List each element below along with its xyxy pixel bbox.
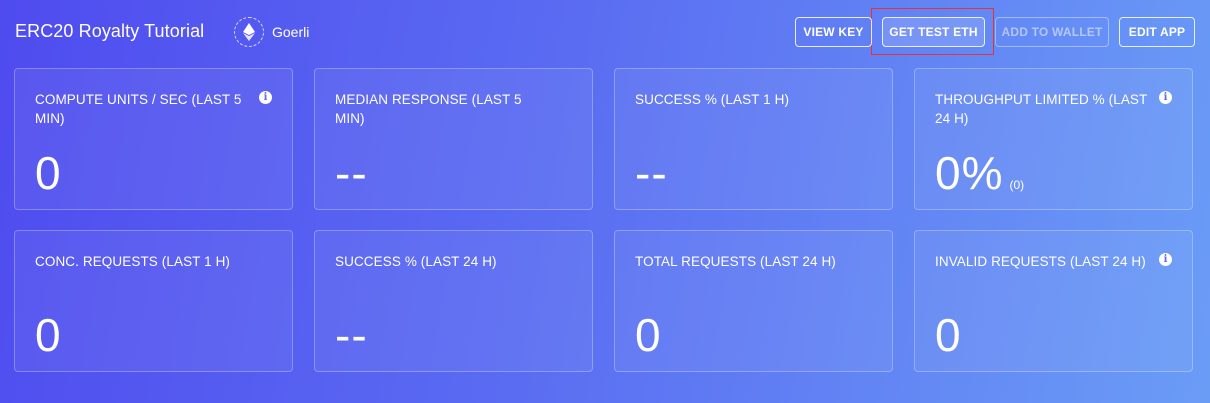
metric-card-total-requests: TOTAL REQUESTS (LAST 24 H) 0 <box>614 230 893 372</box>
metric-label: SUCCESS % (LAST 24 H) <box>335 254 497 269</box>
app-header: ERC20 Royalty Tutorial Goerli VIEW KEY G… <box>0 0 1210 64</box>
info-icon[interactable]: i <box>259 91 272 104</box>
add-to-wallet-button[interactable]: ADD TO WALLET <box>995 17 1109 47</box>
metric-card-concurrent-requests: CONC. REQUESTS (LAST 1 H) 0 <box>14 230 293 372</box>
info-icon[interactable]: i <box>1159 253 1172 266</box>
network-selector[interactable]: Goerli <box>234 17 309 47</box>
edit-app-button[interactable]: EDIT APP <box>1119 17 1195 47</box>
metric-label: INVALID REQUESTS (LAST 24 H) <box>935 254 1146 269</box>
metric-value: 0 <box>935 309 962 361</box>
app-title: ERC20 Royalty Tutorial <box>15 21 205 41</box>
metric-label: CONC. REQUESTS (LAST 1 H) <box>35 254 231 269</box>
metric-value: 0 <box>35 309 62 361</box>
metric-value: 0 <box>635 309 662 361</box>
ethereum-icon <box>234 17 264 47</box>
get-test-eth-button[interactable]: GET TEST ETH <box>882 17 985 47</box>
metric-card-invalid-requests: INVALID REQUESTS (LAST 24 H) i 0 <box>914 230 1193 372</box>
metric-card-success-24h: SUCCESS % (LAST 24 H) -- <box>314 230 593 372</box>
metric-value: -- <box>635 147 668 199</box>
metric-label: TOTAL REQUESTS (LAST 24 H) <box>635 254 836 269</box>
metric-value: 0% <box>935 147 1004 199</box>
metric-card-median-response: MEDIAN RESPONSE (LAST 5 MIN) -- <box>314 68 593 210</box>
metric-label: THROUGHPUT LIMITED % (LAST 24 H) <box>935 92 1148 126</box>
metric-label: COMPUTE UNITS / SEC (LAST 5 MIN) <box>35 92 242 126</box>
metric-card-throughput-limited: THROUGHPUT LIMITED % (LAST 24 H) i 0% (0) <box>914 68 1193 210</box>
metric-label: MEDIAN RESPONSE (LAST 5 MIN) <box>335 92 522 126</box>
metric-card-compute-units: COMPUTE UNITS / SEC (LAST 5 MIN) i 0 <box>14 68 293 210</box>
metric-value: -- <box>335 309 368 361</box>
network-label: Goerli <box>272 24 310 40</box>
metric-value: 0 <box>35 147 62 199</box>
metric-value: -- <box>335 147 368 199</box>
info-icon[interactable]: i <box>1159 91 1172 104</box>
view-key-button[interactable]: VIEW KEY <box>795 17 872 47</box>
metric-label: SUCCESS % (LAST 1 H) <box>635 92 790 107</box>
metric-value-wrapper: 0% (0) <box>935 147 1024 211</box>
metric-subvalue: (0) <box>1009 178 1025 192</box>
metric-card-success-1h: SUCCESS % (LAST 1 H) -- <box>614 68 893 210</box>
